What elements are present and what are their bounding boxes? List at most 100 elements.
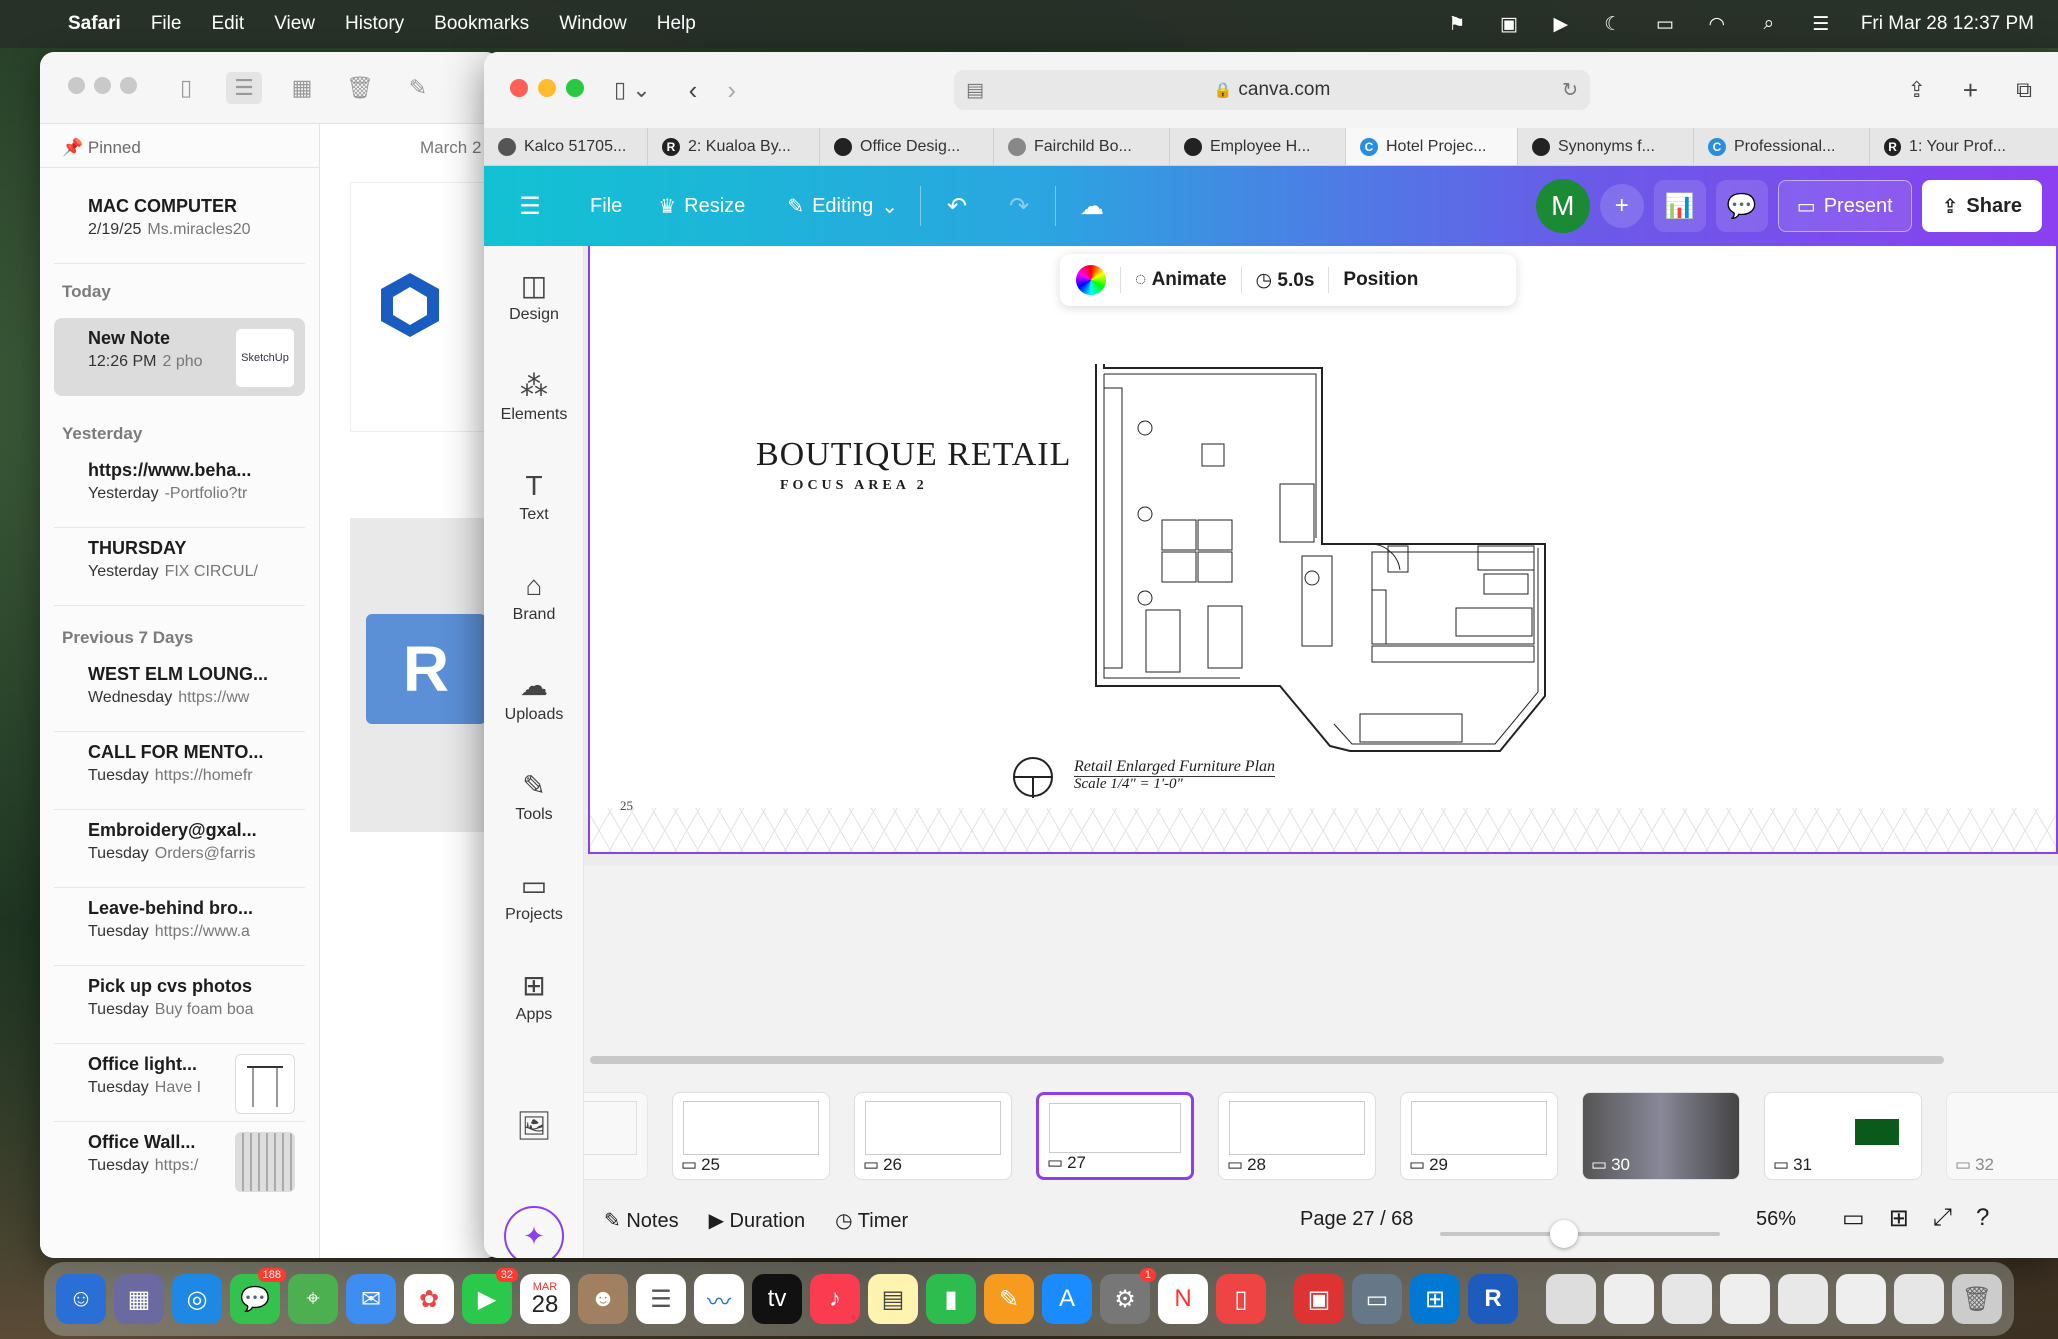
plan-scale[interactable]: Scale 1/4" = 1'-0" [1074, 776, 1183, 793]
duration-bottom-button[interactable]: ▶ Duration [709, 1208, 806, 1233]
menu-view[interactable]: View [274, 13, 315, 35]
undo-icon[interactable]: ↶ [931, 180, 983, 232]
floor-plan-drawing[interactable] [1090, 356, 1560, 756]
maps-icon[interactable]: ⌖ [288, 1274, 338, 1324]
spotlight-search-icon[interactable]: ⌕ [1757, 13, 1781, 34]
battery-icon[interactable]: ▭ [1653, 14, 1677, 35]
slide-thumb-31[interactable]: ▭ 31 [1764, 1092, 1922, 1180]
rail-design[interactable]: ◫ Design [484, 266, 584, 324]
timer-button[interactable]: ◷ Timer [835, 1208, 908, 1233]
calendar-icon[interactable]: MAR 28 [520, 1274, 570, 1324]
share-icon[interactable]: ⇪ [1908, 77, 1926, 103]
slide-thumb-29[interactable]: ▭ 29 [1400, 1092, 1558, 1180]
tab-kualoa[interactable]: R 2: Kualoa By... [648, 128, 820, 165]
iphone-mirroring-icon[interactable]: ▯ [1216, 1274, 1266, 1324]
slide-thumb-25[interactable]: ▭ 25 [672, 1092, 830, 1180]
recent-doc-icon[interactable] [1662, 1274, 1712, 1324]
windows-app-icon[interactable]: ⊞ [1410, 1274, 1460, 1324]
list-item[interactable]: THURSDAY Yesterday FIX CIRCUL/ [54, 528, 305, 606]
list-item[interactable]: Embroidery@gxal... Tuesday Orders@farris [54, 810, 305, 888]
zoom-window-button[interactable] [566, 78, 584, 97]
wifi-icon[interactable]: ◠ [1705, 14, 1729, 35]
slide-thumb-27[interactable]: ▭ 27 [1036, 1092, 1194, 1180]
parallels-icon[interactable]: ▣ [1294, 1274, 1344, 1324]
list-item[interactable]: Pick up cvs photos Tuesday Buy foam boa [54, 966, 305, 1044]
trash-bin-icon[interactable]: 🗑 [1952, 1274, 2002, 1324]
share-button[interactable]: ⇪ Share [1921, 180, 2042, 232]
note-body[interactable]: March 2 R [320, 124, 500, 1258]
menubar-clock[interactable]: Fri Mar 28 12:37 PM [1861, 13, 2034, 35]
status-extension-icon[interactable]: ⚑ [1445, 14, 1469, 35]
recent-doc-icon[interactable] [1894, 1274, 1944, 1324]
news-icon[interactable]: N [1158, 1274, 1208, 1324]
add-collaborator-icon[interactable]: + [1599, 184, 1644, 228]
slide-thumb-24[interactable] [584, 1092, 648, 1180]
zoom-level[interactable]: 56% [1756, 1208, 1796, 1231]
slide-thumb-30[interactable]: ▭ 30 [1582, 1092, 1740, 1180]
rail-apps[interactable]: ⊞ Apps [484, 966, 584, 1024]
menu-history[interactable]: History [345, 13, 404, 35]
recent-doc-icon[interactable] [1778, 1274, 1828, 1324]
rail-brand[interactable]: ⌂ Brand [484, 566, 584, 624]
back-icon[interactable]: ‹ [689, 75, 698, 106]
list-item[interactable]: CALL FOR MENTO... Tuesday https://homefr [54, 732, 305, 810]
list-item[interactable]: https://www.beha... Yesterday -Portfolio?… [54, 450, 305, 528]
menu-app-name[interactable]: Safari [68, 13, 121, 35]
position-button[interactable]: Position [1343, 269, 1418, 291]
tab-overview-icon[interactable]: ⧉ [2016, 77, 2032, 103]
sidebar-toggle-icon[interactable]: ▯ ⌄ [614, 77, 651, 103]
now-playing-icon[interactable]: ▶ [1549, 14, 1573, 35]
resize-button[interactable]: ♛ Resize [646, 180, 757, 232]
appstore-icon[interactable]: A [1042, 1274, 1092, 1324]
list-item[interactable]: Office Wall... Tuesday https:/ [54, 1122, 305, 1200]
sidebar-toggle-icon[interactable]: ▯ [168, 72, 204, 104]
appletv-icon[interactable]: tv [752, 1274, 802, 1324]
color-wheel-icon[interactable] [1076, 265, 1106, 295]
recent-doc-icon[interactable] [1720, 1274, 1770, 1324]
forward-icon[interactable]: › [727, 75, 736, 106]
help-icon[interactable]: ? [1976, 1204, 1989, 1233]
reminders-icon[interactable]: ☰ [636, 1274, 686, 1324]
notes-button[interactable]: ✎ Notes [604, 1208, 679, 1233]
control-center-icon[interactable]: ☰ [1809, 14, 1833, 35]
rail-elements[interactable]: ⁂ Elements [484, 366, 584, 424]
list-item[interactable]: New Note 12:26 PM 2 pho SketchUp [54, 318, 305, 396]
menu-help[interactable]: Help [657, 13, 696, 35]
tab-professional[interactable]: C Professional... [1694, 128, 1870, 165]
safari-icon[interactable]: ◎ [172, 1274, 222, 1324]
list-item[interactable]: MAC COMPUTER 2/19/25 Ms.miracles20 [54, 186, 305, 264]
page-title[interactable]: BOUTIQUE RETAIL [756, 436, 1071, 474]
tab-office-design[interactable]: Office Desig... [820, 128, 994, 165]
slide-thumb-28[interactable]: ▭ 28 [1218, 1092, 1376, 1180]
tab-hotel-project[interactable]: C Hotel Projec... [1346, 128, 1518, 165]
list-item[interactable]: Office light... Tuesday Have I [54, 1044, 305, 1122]
editing-mode-button[interactable]: ✎ Editing ⌄ [775, 180, 910, 232]
present-button[interactable]: ▭ Present [1777, 180, 1912, 232]
page-indicator[interactable]: Page 27 / 68 [1300, 1208, 1413, 1231]
minimize-window-button[interactable] [538, 78, 556, 97]
list-item[interactable]: WEST ELM LOUNG... Wednesday https://ww [54, 654, 305, 732]
magic-ai-button[interactable]: ✦ [504, 1206, 564, 1258]
new-tab-icon[interactable]: + [1963, 75, 1978, 106]
recent-doc-icon[interactable] [1546, 1274, 1596, 1324]
focus-moon-icon[interactable]: ☾ [1601, 14, 1625, 35]
slide-thumb-26[interactable]: ▭ 26 [854, 1092, 1012, 1180]
close-window-button[interactable] [510, 78, 528, 97]
animate-button[interactable]: ◌ Animate [1135, 269, 1227, 291]
zoom-slider[interactable] [1440, 1232, 1720, 1236]
page-subtitle[interactable]: FOCUS AREA 2 [780, 478, 928, 494]
reader-icon[interactable]: ▤ [966, 79, 984, 102]
menu-edit[interactable]: Edit [211, 13, 244, 35]
recent-doc-icon[interactable] [1836, 1274, 1886, 1324]
rail-photo[interactable]: 🖼 [484, 1106, 584, 1146]
compose-icon[interactable]: ✎ [400, 72, 436, 104]
tab-fairchild[interactable]: Fairchild Bo... [994, 128, 1170, 165]
screen-mirror-icon[interactable]: ▣ [1497, 14, 1521, 35]
revit-app-icon[interactable]: R [1468, 1274, 1518, 1324]
rail-uploads[interactable]: ☁ Uploads [484, 666, 584, 724]
rail-projects[interactable]: ▭ Projects [484, 866, 584, 924]
settings-icon[interactable]: ⚙ 1 [1100, 1268, 1156, 1324]
trash-icon[interactable]: 🗑 [342, 72, 378, 104]
numbers-icon[interactable]: ▮ [926, 1274, 976, 1324]
notes-app-icon[interactable]: ▤ [868, 1274, 918, 1324]
